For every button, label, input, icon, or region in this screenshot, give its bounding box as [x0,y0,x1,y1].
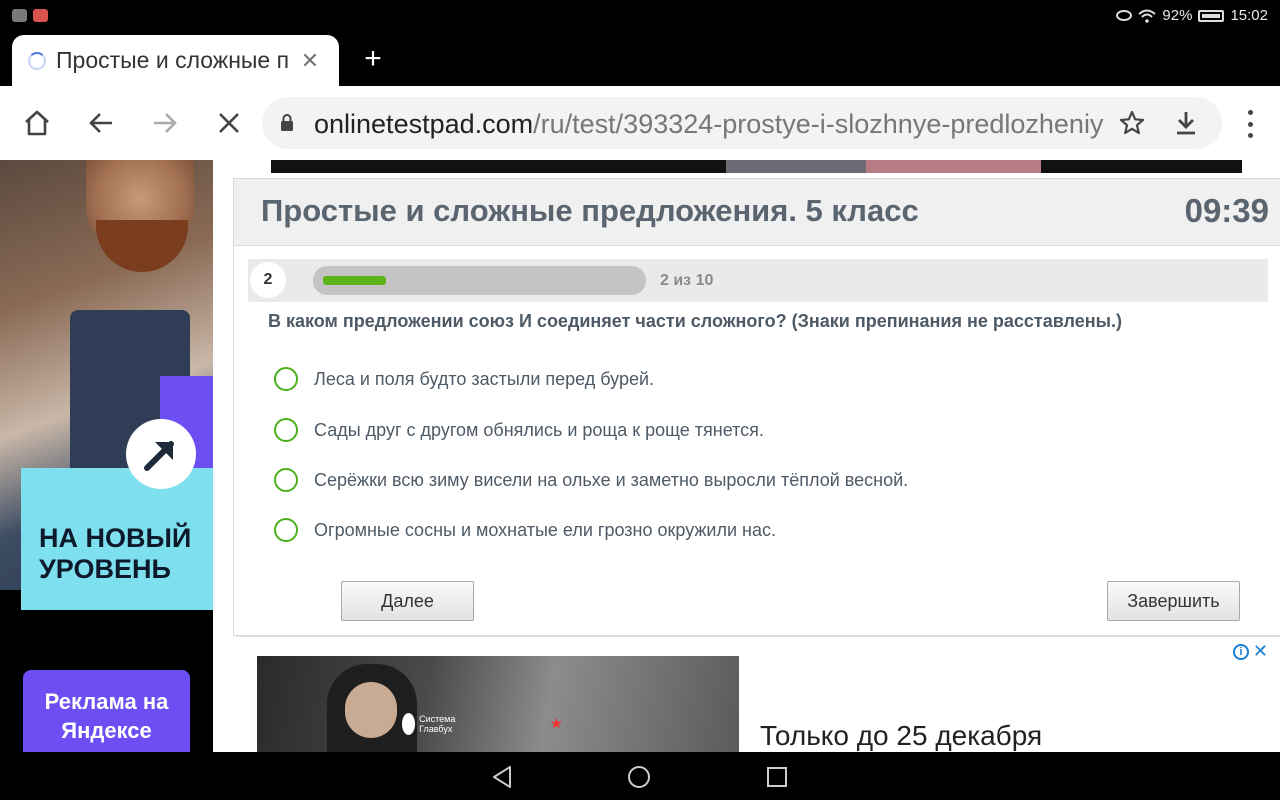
nav-recents-icon[interactable] [764,764,790,790]
test-panel: Простые и сложные предложения. 5 класс 0… [233,178,1280,636]
nav-home-icon[interactable] [626,764,652,790]
battery-percent: 92% [1162,7,1193,24]
radio-button[interactable] [274,418,298,442]
url-path: /ru/test/393324-prostye-i-slozhnye-predl… [533,109,1104,139]
browser-toolbar: onlinetestpad.com/ru/test/393324-prostye… [0,86,1280,160]
address-bar[interactable]: onlinetestpad.com/ru/test/393324-prostye… [262,97,1222,149]
answer-option[interactable]: Серёжки всю зиму висели на ольхе и замет… [274,468,908,492]
battery-icon [1198,9,1225,22]
progress-text: 2 из 10 [660,272,714,289]
ad-brand-text: Система Главбух [419,714,456,734]
bookmark-star-icon[interactable] [1118,109,1146,137]
progress-bar-fill [323,276,386,285]
radio-button[interactable] [274,367,298,391]
navigation-bar [0,752,1280,800]
yandex-ads-button[interactable]: Реклама на Яндексе [23,670,190,752]
christmas-tree-icon: ⋆ [547,707,566,740]
radio-button[interactable] [274,518,298,542]
status-bar: 92% 15:02 [0,0,1280,32]
ad-controls: i ✕ [1232,641,1268,662]
bottom-advertisement[interactable]: i ✕ Система Главбух ⋆ Только до 25 декаб… [236,636,1280,752]
ad-close-icon[interactable]: ✕ [1253,641,1268,662]
recorder-icon [33,9,48,22]
forward-arrow-icon[interactable] [150,108,180,138]
ad-video-thumbnail[interactable]: Система Главбух ⋆ [257,656,739,752]
answer-option[interactable]: Огромные сосны и мохнатые ели грозно окр… [274,518,776,542]
close-tab-icon[interactable]: ✕ [300,48,320,74]
banner-image [726,160,866,173]
download-icon[interactable] [1172,109,1200,137]
nav-back-icon[interactable] [489,764,515,790]
test-title: Простые и сложные предложения. 5 класс [261,193,919,228]
answer-option[interactable]: Сады друг с другом обнялись и роща к рощ… [274,418,764,442]
new-tab-plus-icon[interactable]: + [358,44,388,74]
answer-label: Огромные сосны и мохнатые ели грозно окр… [314,519,776,540]
ad-info-icon[interactable]: i [1232,643,1249,660]
answer-option[interactable]: Леса и поля будто застыли перед бурей. [274,367,654,391]
url-text: onlinetestpad.com/ru/test/393324-prostye… [314,109,1104,140]
loading-spinner-icon [28,51,46,70]
home-icon[interactable] [22,108,52,138]
radio-button[interactable] [274,468,298,492]
back-arrow-icon[interactable] [86,108,116,138]
question-number-badge: 2 [250,262,286,298]
answer-label: Серёжки всю зиму висели на ольхе и замет… [314,469,909,490]
banner-image [866,160,1041,173]
top-banner-ad[interactable] [271,160,1242,173]
android-screen: 92% 15:02 Простые и сложные предложения.… [0,0,1280,800]
brand-logo-icon [402,713,416,735]
browser-tab-active[interactable]: Простые и сложные предложения. 5 класс ✕ [12,35,339,86]
answer-label: Леса и поля будто застыли перед бурей. [314,368,655,389]
tab-title: Простые и сложные предложения. 5 класс [56,47,288,73]
overflow-menu-icon[interactable] [1240,110,1260,138]
next-button[interactable]: Далее [341,581,474,621]
url-host: onlinetestpad.com [314,109,534,139]
arrow-up-right-icon [126,419,196,489]
wifi-icon [1138,9,1157,23]
youtube-icon [12,9,27,22]
stop-loading-icon[interactable] [214,108,244,138]
ad-video-face [345,682,397,738]
countdown-timer: 09:39 [1184,192,1269,229]
test-header: Простые и сложные предложения. 5 класс 0… [234,179,1280,246]
lock-icon [281,114,293,131]
left-advertisement[interactable]: НА НОВЫЙ УРОВЕНЬ Реклама на Яндексе [0,160,213,752]
tab-strip: Простые и сложные предложения. 5 класс ✕… [0,32,1280,86]
ad-slogan: НА НОВЫЙ УРОВЕНЬ [39,523,192,584]
finish-button[interactable]: Завершить [1107,581,1240,621]
clock: 15:02 [1230,7,1268,24]
system-icons: 92% 15:02 [1116,7,1268,24]
web-content: НА НОВЫЙ УРОВЕНЬ Реклама на Яндексе Прос… [0,160,1280,752]
eye-comfort-icon [1116,10,1133,21]
question-text: В каком предложении союз И соединяет час… [268,311,1122,331]
progress-row: 2 2 из 10 [248,259,1268,302]
ad-brand-logo: Система Главбух [402,713,462,735]
ad-headline[interactable]: Только до 25 декабря [760,720,1042,752]
answer-label: Сады друг с другом обнялись и роща к рощ… [314,419,764,440]
progress-bar [313,266,646,295]
notification-icons [12,9,48,22]
